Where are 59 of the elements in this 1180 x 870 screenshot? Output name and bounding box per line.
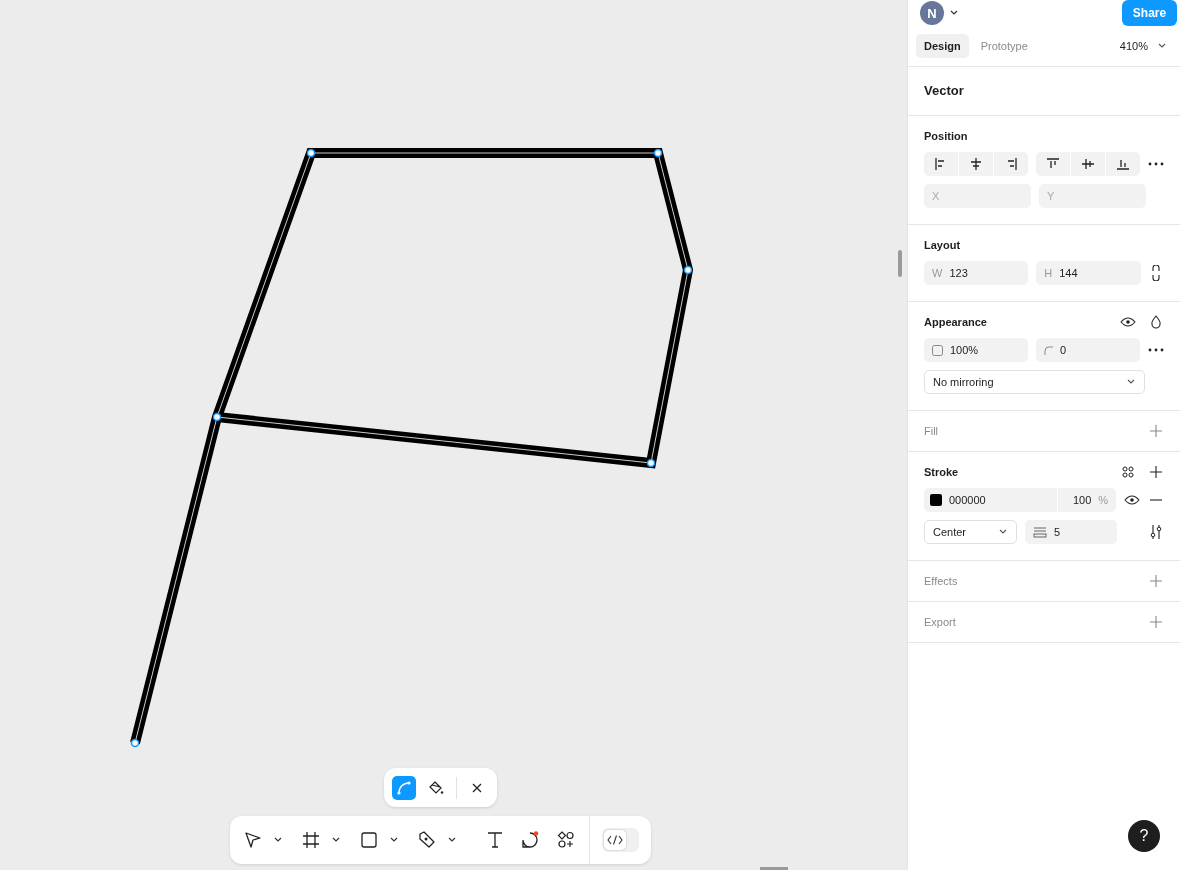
align-middle-icon[interactable] xyxy=(1071,152,1105,176)
stroke-color-field[interactable]: 000000 100 % xyxy=(924,488,1117,512)
section-title: Export xyxy=(924,615,956,630)
caret-icon[interactable] xyxy=(273,837,282,843)
align-center-icon[interactable] xyxy=(959,152,993,176)
section-title: Appearance xyxy=(924,315,987,330)
opacity-field[interactable]: 100% xyxy=(924,338,1028,362)
section-title: Fill xyxy=(924,424,939,439)
chevron-down-icon[interactable] xyxy=(950,10,958,16)
height-field[interactable]: H 144 xyxy=(1036,261,1141,285)
zoom-level[interactable]: 410% xyxy=(1119,39,1148,52)
plus-icon[interactable] xyxy=(1148,464,1164,480)
color-swatch[interactable] xyxy=(930,494,942,506)
adjust-icon[interactable] xyxy=(1148,524,1164,540)
section-title: Effects xyxy=(924,574,958,589)
section-title: Stroke xyxy=(924,465,959,480)
section-title: Position xyxy=(924,129,969,144)
bend-tool-button[interactable] xyxy=(392,775,416,800)
panel-tab[interactable]: Prototype xyxy=(972,33,1036,58)
align-bottom-icon[interactable] xyxy=(1106,152,1140,176)
y-field[interactable]: Y xyxy=(1039,184,1146,208)
anchor-point[interactable] xyxy=(653,148,663,158)
x-field[interactable]: X xyxy=(924,184,1031,208)
eye-icon[interactable] xyxy=(1124,492,1141,508)
stroke-align-dropdown[interactable]: Center xyxy=(924,520,1017,544)
anchor-point[interactable] xyxy=(683,265,693,275)
paint-bucket-icon xyxy=(428,779,444,796)
align-left-icon[interactable] xyxy=(924,152,958,176)
code-icon xyxy=(604,830,627,850)
panel-tab[interactable]: Design xyxy=(916,33,969,58)
opacity-icon xyxy=(932,344,943,356)
anchor-point[interactable] xyxy=(646,458,656,468)
stroke-weight-field[interactable]: 5 xyxy=(1025,520,1117,544)
selection-title: Vector xyxy=(924,83,965,98)
chevron-down-icon xyxy=(999,529,1007,535)
avatar[interactable]: N xyxy=(920,1,944,25)
drop-icon[interactable] xyxy=(1148,314,1164,330)
caret-icon[interactable] xyxy=(389,837,398,843)
chevron-down-icon[interactable] xyxy=(1158,42,1166,49)
scrollbar[interactable] xyxy=(898,250,902,277)
width-field[interactable]: W 123 xyxy=(924,261,1029,285)
chevron-down-icon xyxy=(1127,379,1135,385)
section-title: Layout xyxy=(924,238,962,253)
eye-icon[interactable] xyxy=(1120,314,1136,330)
align-top-icon[interactable] xyxy=(1036,152,1070,176)
align-right-icon[interactable] xyxy=(994,152,1028,176)
stroke-weight-icon xyxy=(1033,526,1047,538)
mirroring-dropdown[interactable]: No mirroring xyxy=(924,370,1145,394)
bend-icon xyxy=(396,779,412,796)
styles-icon[interactable] xyxy=(1120,464,1136,480)
anchor-point[interactable] xyxy=(130,738,140,748)
dev-mode-toggle[interactable] xyxy=(602,828,639,852)
scrollbar[interactable] xyxy=(760,867,788,870)
anchor-point[interactable] xyxy=(306,148,316,158)
caret-icon[interactable] xyxy=(447,837,456,843)
corner-radius-icon xyxy=(1044,345,1053,355)
corner-radius-field[interactable]: 0 xyxy=(1036,338,1140,362)
caret-icon[interactable] xyxy=(331,837,340,843)
anchor-point[interactable] xyxy=(212,412,222,422)
